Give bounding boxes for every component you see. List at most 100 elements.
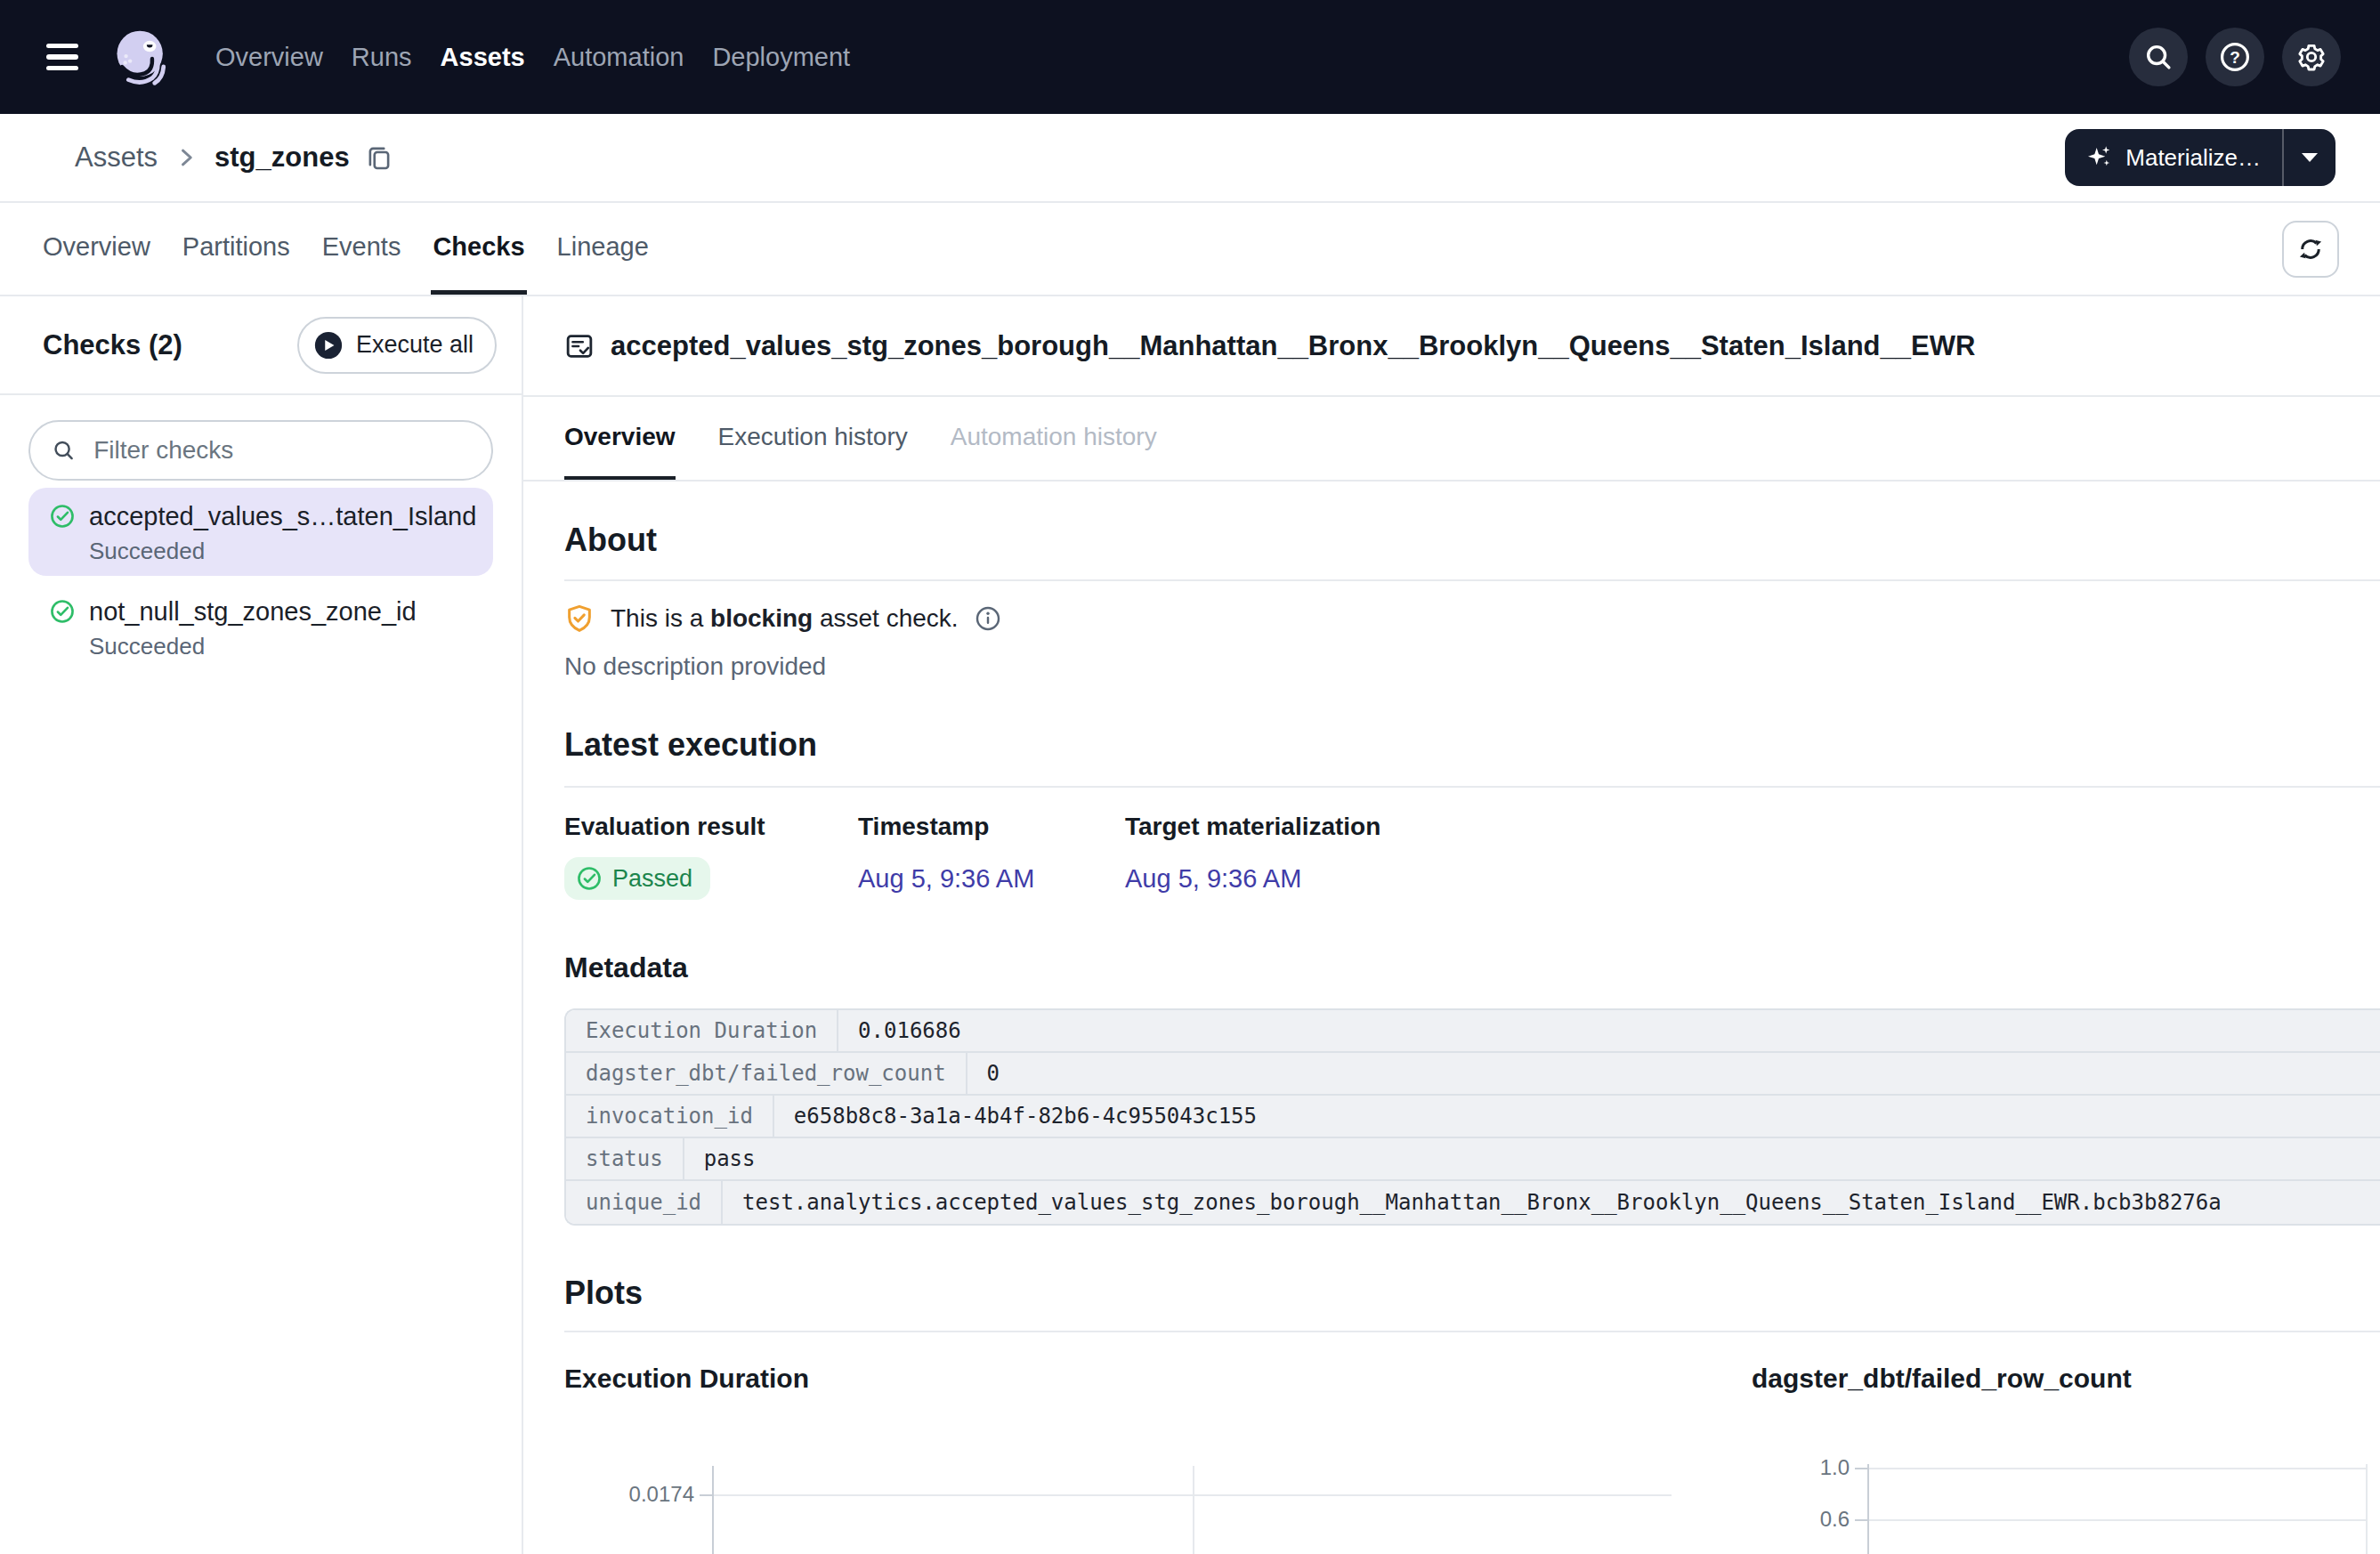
divider [564, 1331, 2380, 1332]
metadata-value: 0 [967, 1053, 2380, 1094]
blocking-note: This is a blocking asset check. [564, 601, 2380, 636]
failed-row-count-chart: dagster_dbt/failed_row_count 1.0 0.6 [1752, 1361, 2378, 1554]
metadata-row: invocation_id e658b8c8-3a1a-4b4f-82b6-4c… [566, 1096, 2380, 1138]
y-tick-label: 0.6 [1752, 1507, 1850, 1532]
check-list-item[interactable]: accepted_values_s…taten_Island_ Succeede… [28, 488, 493, 576]
nav-deployment[interactable]: Deployment [712, 0, 850, 114]
top-nav-items: Overview Runs Assets Automation Deployme… [215, 0, 850, 114]
latest-execution-heading: Latest execution [564, 724, 2380, 766]
copy-icon[interactable] [366, 144, 393, 171]
chart-plot-area: 1.0 0.6 [1752, 1409, 2378, 1554]
refresh-button[interactable] [2282, 221, 2339, 278]
latest-execution-grid: Evaluation result Passed [564, 809, 2380, 900]
metadata-value: test.analytics.accepted_values_stg_zones… [723, 1181, 2380, 1224]
top-nav-actions: ? [2129, 28, 2341, 86]
materialize-label: Materialize… [2125, 144, 2261, 172]
menu-icon[interactable] [46, 44, 78, 70]
divider [564, 579, 2380, 581]
help-button[interactable]: ? [2206, 28, 2264, 86]
help-icon: ? [2219, 41, 2251, 73]
checks-header: Checks (2) Execute all [0, 296, 522, 395]
divider [564, 786, 2380, 788]
chart-plot-area: 0.0174 [564, 1409, 1672, 1554]
blocking-text: This is a blocking asset check. [611, 604, 959, 633]
check-success-icon [50, 504, 75, 564]
metadata-value: pass [684, 1138, 2380, 1179]
shield-check-icon [564, 603, 595, 634]
metadata-table: Execution Duration 0.016686 dagster_dbt/… [564, 1008, 2380, 1226]
metadata-value: 0.016686 [838, 1010, 2380, 1051]
target-materialization-link[interactable]: Aug 5, 9:36 AM [1125, 864, 1301, 894]
sparkle-icon [2086, 144, 2113, 171]
metadata-key: Execution Duration [566, 1010, 838, 1051]
y-tick-label: 1.0 [1752, 1455, 1850, 1480]
nav-runs[interactable]: Runs [352, 0, 412, 114]
execution-duration-chart: Execution Duration 0.0174 [564, 1361, 1672, 1554]
evaluation-result-label: Evaluation result [564, 809, 858, 845]
search-icon [2143, 42, 2174, 72]
chart-title: Execution Duration [564, 1361, 1672, 1396]
asset-tabs-row: Overview Partitions Events Checks Lineag… [0, 203, 2380, 296]
metadata-key: dagster_dbt/failed_row_count [566, 1053, 967, 1094]
check-list-item[interactable]: not_null_stg_zones_zone_id Succeeded [28, 583, 493, 671]
plots-heading: Plots [564, 1272, 2380, 1315]
passed-badge: Passed [564, 857, 710, 900]
y-tick-label: 0.0174 [564, 1482, 694, 1507]
check-circle-icon [577, 866, 602, 891]
search-icon [52, 437, 76, 464]
chevron-right-icon [174, 145, 198, 170]
nav-assets[interactable]: Assets [441, 0, 525, 114]
check-tabs: Overview Execution history Automation hi… [523, 397, 2380, 482]
check-status: Succeeded [89, 538, 475, 564]
execute-all-button[interactable]: Execute all [297, 317, 497, 374]
checklist-icon [564, 331, 595, 361]
tab-checks[interactable]: Checks [431, 203, 526, 295]
top-nav: Overview Runs Assets Automation Deployme… [0, 0, 2380, 114]
filter-checks-box [28, 420, 493, 481]
settings-button[interactable] [2282, 28, 2341, 86]
metadata-value: e658b8c8-3a1a-4b4f-82b6-4c955043c155 [774, 1096, 2380, 1137]
check-name: accepted_values_s…taten_Island_ [89, 499, 475, 533]
gear-icon [2295, 41, 2327, 73]
tab-lineage[interactable]: Lineage [555, 203, 651, 295]
breadcrumb-assets[interactable]: Assets [75, 142, 158, 174]
nav-overview[interactable]: Overview [215, 0, 323, 114]
checks-title: Checks (2) [43, 329, 182, 361]
info-icon[interactable] [975, 605, 1001, 632]
materialize-button[interactable]: Materialize… [2065, 129, 2335, 186]
chart-title: dagster_dbt/failed_row_count [1752, 1361, 2378, 1396]
tab-partitions[interactable]: Partitions [181, 203, 292, 295]
check-title-row: accepted_values_stg_zones_borough__Manha… [523, 296, 2380, 397]
breadcrumb-current: stg_zones [215, 142, 350, 174]
dagster-logo[interactable] [112, 28, 171, 86]
metadata-row: Execution Duration 0.016686 [566, 1010, 2380, 1053]
check-success-icon [50, 599, 75, 660]
metadata-row: dagster_dbt/failed_row_count 0 [566, 1053, 2380, 1096]
metadata-key: invocation_id [566, 1096, 774, 1137]
plots-grid: Execution Duration 0.0174 dagster_dbt/fa… [564, 1361, 2380, 1554]
metadata-key: status [566, 1138, 684, 1179]
check-tab-overview[interactable]: Overview [564, 397, 676, 480]
check-tab-automation-history[interactable]: Automation history [951, 397, 1157, 480]
nav-automation[interactable]: Automation [554, 0, 684, 114]
dagster-app: Overview Runs Assets Automation Deployme… [0, 0, 2380, 1554]
timestamp-link[interactable]: Aug 5, 9:36 AM [858, 864, 1034, 894]
checks-sidebar: Checks (2) Execute all [0, 296, 523, 1554]
check-overview-panel: About This is a blocking asset check. No… [523, 482, 2380, 1554]
filter-checks-input[interactable] [90, 434, 470, 466]
materialize-main[interactable]: Materialize… [2065, 129, 2282, 186]
metadata-key: unique_id [566, 1181, 723, 1224]
tab-overview[interactable]: Overview [41, 203, 152, 295]
search-button[interactable] [2129, 28, 2188, 86]
body: Checks (2) Execute all [0, 296, 2380, 1554]
about-heading: About [564, 519, 2380, 562]
materialize-dropdown[interactable] [2282, 129, 2335, 186]
check-name: not_null_stg_zones_zone_id [89, 595, 417, 628]
check-tab-execution-history[interactable]: Execution history [718, 397, 908, 480]
check-title: accepted_values_stg_zones_borough__Manha… [611, 330, 1975, 362]
breadcrumb-row: Assets stg_zones Materialize… [0, 114, 2380, 203]
check-detail: accepted_values_stg_zones_borough__Manha… [523, 296, 2380, 1554]
timestamp-label: Timestamp [858, 809, 1125, 845]
metadata-heading: Metadata [564, 948, 2380, 987]
tab-events[interactable]: Events [320, 203, 403, 295]
